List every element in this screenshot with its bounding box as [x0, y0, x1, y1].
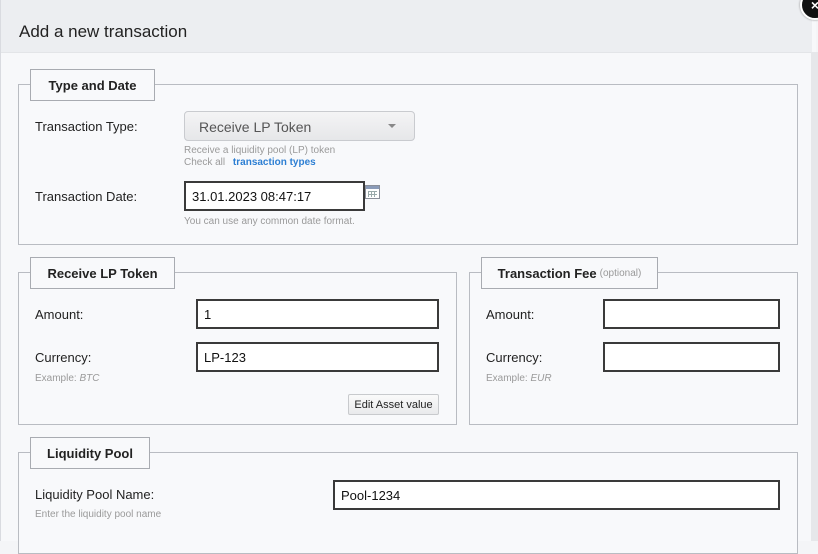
receive-amount-input[interactable]	[196, 299, 439, 329]
dialog-title: Add a new transaction	[19, 22, 188, 41]
dialog-scrollbar[interactable]	[811, 52, 818, 541]
receive-legend: Receive LP Token	[30, 257, 175, 289]
pool-name-label: Liquidity Pool Name:	[35, 487, 155, 502]
fee-currency-input[interactable]	[603, 342, 780, 372]
check-all-line: Check all transaction types	[184, 157, 316, 168]
check-all-text: Check all	[184, 157, 226, 168]
edit-asset-value-button[interactable]: Edit Asset value	[348, 394, 439, 415]
dialog-header: Add a new transaction	[1, 0, 812, 53]
type-and-date-section	[18, 84, 798, 245]
fee-example-value: EUR	[530, 373, 552, 384]
fee-amount-input[interactable]	[603, 299, 780, 329]
receive-legend-text: Receive LP Token	[47, 265, 158, 281]
receive-currency-label: Currency:	[35, 350, 92, 365]
receive-currency-example: Example: BTC	[35, 373, 99, 384]
transaction-type-label: Transaction Type:	[35, 119, 138, 134]
type-and-date-legend-text: Type and Date	[48, 77, 137, 93]
chevron-down-icon	[388, 124, 396, 128]
receive-currency-input[interactable]	[196, 342, 439, 372]
fee-amount-label: Amount:	[486, 307, 535, 322]
receive-amount-label: Amount:	[35, 307, 84, 322]
fee-example-prefix: Example:	[486, 373, 531, 384]
receive-example-prefix: Example:	[35, 373, 80, 384]
type-and-date-legend: Type and Date	[30, 69, 155, 101]
liquidity-pool-legend-text: Liquidity Pool	[47, 445, 133, 461]
add-transaction-dialog: Add a new transaction Type and Date Tran…	[0, 0, 816, 554]
transaction-type-hint: Receive a liquidity pool (LP) token	[184, 145, 336, 156]
pool-name-hint: Enter the liquidity pool name	[35, 509, 162, 520]
receive-example-value: BTC	[79, 373, 100, 384]
transaction-date-hint: You can use any common date format.	[184, 216, 355, 227]
transaction-date-input[interactable]	[184, 181, 365, 211]
transaction-type-value: Receive LP Token	[199, 119, 312, 135]
pool-name-input[interactable]	[333, 480, 780, 510]
liquidity-pool-legend: Liquidity Pool	[30, 437, 150, 469]
fee-legend-text: Transaction Fee	[497, 265, 597, 281]
fee-legend-optional: (optional)	[599, 267, 642, 279]
fee-currency-label: Currency:	[486, 350, 543, 365]
transaction-date-label: Transaction Date:	[35, 189, 138, 204]
fee-legend: Transaction Fee (optional)	[481, 257, 658, 289]
fee-currency-example: Example: EUR	[486, 373, 552, 384]
calendar-icon[interactable]	[365, 185, 380, 199]
transaction-type-select[interactable]: Receive LP Token	[184, 111, 415, 141]
transaction-types-link[interactable]: transaction types	[233, 157, 316, 168]
